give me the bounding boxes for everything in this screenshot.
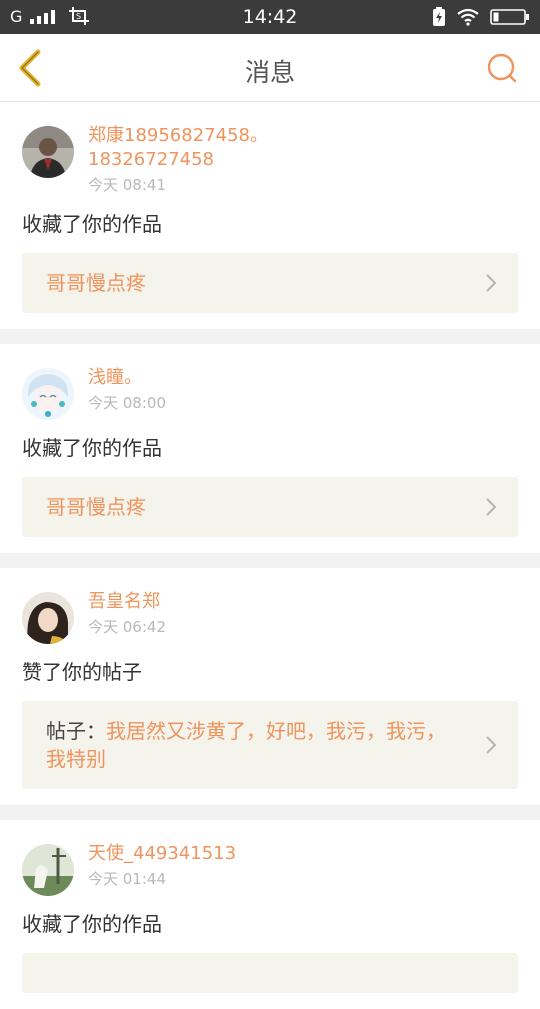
target-card[interactable]: 哥哥慢点疼 bbox=[22, 253, 518, 313]
message-header: 天使_449341513 今天 01:44 bbox=[22, 842, 518, 896]
message-header: 吾皇名郑 今天 06:42 bbox=[22, 590, 518, 644]
action-text: 收藏了你的作品 bbox=[22, 912, 162, 936]
status-bar: G S 14:42 bbox=[0, 0, 540, 34]
target-card[interactable] bbox=[22, 953, 518, 993]
chevron-right-icon bbox=[486, 498, 497, 516]
charge-icon bbox=[433, 7, 445, 26]
avatar[interactable] bbox=[22, 126, 74, 178]
action-text: 赞了你的帖子 bbox=[22, 660, 142, 684]
action-text: 收藏了你的作品 bbox=[22, 212, 162, 236]
message-time: 今天 01:44 bbox=[88, 870, 166, 888]
target-title: 哥哥慢点疼 bbox=[46, 271, 146, 295]
battery-icon bbox=[490, 9, 529, 25]
user-name-line2[interactable]: 18326727458 bbox=[88, 148, 268, 172]
avatar[interactable] bbox=[22, 592, 74, 644]
user-name[interactable]: 吾皇名郑 bbox=[88, 590, 166, 614]
wifi-icon bbox=[457, 8, 479, 26]
status-right bbox=[432, 7, 530, 27]
message-item: 郑康18956827458。 18326727458 今天 08:41 收藏了你… bbox=[0, 102, 540, 329]
avatar[interactable] bbox=[22, 368, 74, 420]
user-name[interactable]: 天使_449341513 bbox=[88, 842, 236, 866]
message-list: 郑康18956827458。 18326727458 今天 08:41 收藏了你… bbox=[0, 102, 540, 1009]
avatar[interactable] bbox=[22, 844, 74, 896]
chevron-right-icon bbox=[486, 736, 497, 754]
target-card[interactable]: 帖子：我居然又涉黄了，好吧，我污，我污，我特别 bbox=[22, 701, 518, 789]
message-header: 浅瞳。 今天 08:00 bbox=[22, 366, 518, 420]
message-header: 郑康18956827458。 18326727458 今天 08:41 bbox=[22, 124, 518, 196]
action-text: 收藏了你的作品 bbox=[22, 436, 162, 460]
target-prefix: 帖子： bbox=[46, 719, 106, 743]
message-time: 今天 08:00 bbox=[88, 394, 166, 412]
message-item: 天使_449341513 今天 01:44 收藏了你的作品 bbox=[0, 820, 540, 1009]
target-post-text: 帖子：我居然又涉黄了，好吧，我污，我污，我特别 bbox=[46, 717, 462, 773]
message-item: 吾皇名郑 今天 06:42 赞了你的帖子 帖子：我居然又涉黄了，好吧，我污，我污… bbox=[0, 568, 540, 805]
target-title: 我居然又涉黄了，好吧，我污，我污，我特别 bbox=[46, 719, 446, 771]
nav-bar: 消息 bbox=[0, 34, 540, 102]
chevron-right-icon bbox=[486, 274, 497, 292]
message-time: 今天 06:42 bbox=[88, 618, 166, 636]
search-icon[interactable] bbox=[486, 52, 518, 84]
page-title: 消息 bbox=[244, 58, 295, 87]
user-name[interactable]: 郑康18956827458。 bbox=[88, 124, 268, 148]
message-time: 今天 08:41 bbox=[88, 176, 166, 194]
target-title: 哥哥慢点疼 bbox=[46, 495, 146, 519]
user-name[interactable]: 浅瞳。 bbox=[88, 366, 166, 390]
target-card[interactable]: 哥哥慢点疼 bbox=[22, 477, 518, 537]
message-item: 浅瞳。 今天 08:00 收藏了你的作品 哥哥慢点疼 bbox=[0, 344, 540, 553]
